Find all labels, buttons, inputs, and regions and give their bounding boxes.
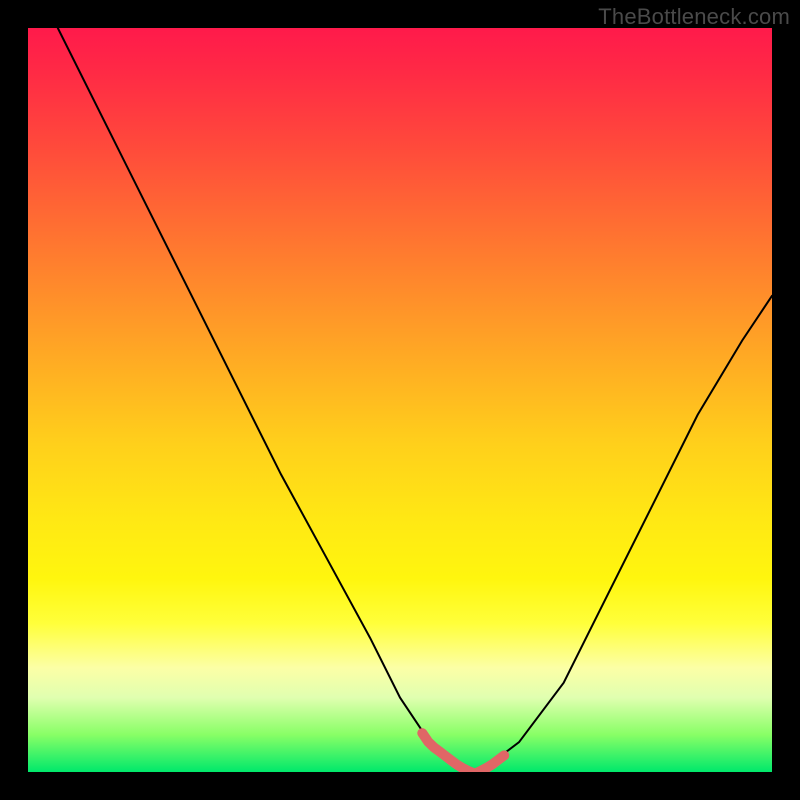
optimal-band-marker — [422, 733, 504, 772]
bottleneck-curve — [58, 28, 772, 772]
bottleneck-curve-layer — [28, 28, 772, 772]
plot-area — [28, 28, 772, 772]
watermark-text: TheBottleneck.com — [598, 4, 790, 30]
chart-frame: TheBottleneck.com — [0, 0, 800, 800]
